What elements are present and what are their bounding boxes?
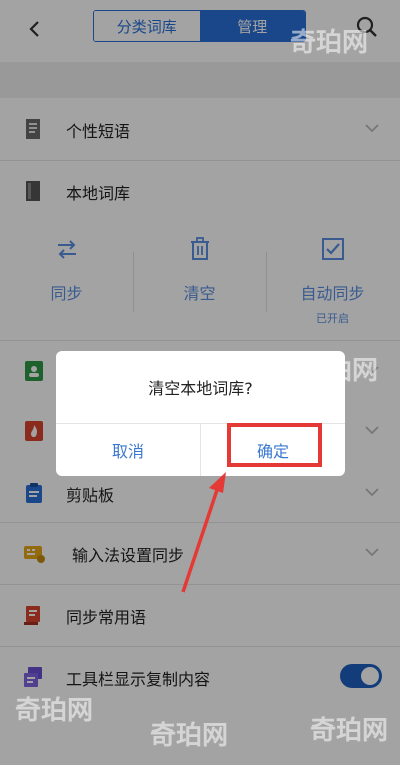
watermark: 奇珀网 <box>310 716 389 746</box>
watermark: 奇珀网 <box>15 696 94 726</box>
cancel-button[interactable]: 取消 <box>56 423 200 476</box>
watermark: 奇珀网 <box>290 28 369 58</box>
highlight-box <box>227 423 322 467</box>
watermark: 奇珀网 <box>150 721 229 751</box>
watermark: 奇珀网 <box>300 356 379 386</box>
